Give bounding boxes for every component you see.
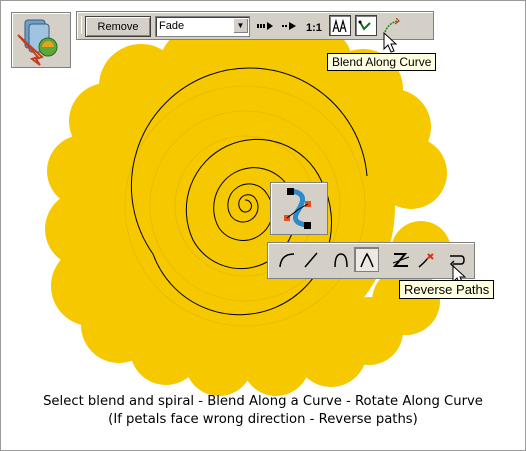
caption-line-2: (If petals face wrong direction - Revers… [108, 412, 418, 427]
path-edit-toolbar [267, 242, 475, 279]
smooth-point-icon [333, 252, 348, 267]
blend-along-curve-tooltip: Blend Along Curve [327, 53, 437, 71]
one-to-one-text-icon: 1:1 [306, 22, 322, 32]
break-icon [392, 252, 409, 267]
blend-tool-button[interactable] [11, 12, 71, 68]
smooth-point-button[interactable] [328, 247, 353, 272]
one-to-one-blend-button[interactable] [255, 15, 277, 36]
flower-artwork [45, 17, 451, 396]
blend-along-curve-button[interactable] [355, 15, 377, 36]
one-to-one-mapping-button[interactable]: 1:1 [303, 15, 325, 36]
one-to-one-blend-icon [257, 21, 273, 30]
caption-line-1: Select blend and spiral - Blend Along a … [43, 394, 483, 409]
curve-button[interactable] [274, 247, 299, 272]
edit-blend-icon [332, 18, 347, 32]
remove-button[interactable]: Remove [85, 16, 151, 37]
bezier-path-toolbar [270, 182, 328, 235]
cusp-point-icon [359, 252, 374, 267]
blend-tool-icon [17, 19, 58, 66]
delete-point-icon [418, 252, 434, 268]
blend-mode-value: Fade [159, 20, 185, 32]
line-button[interactable] [298, 247, 323, 272]
line-icon [303, 252, 318, 267]
blend-mode-select[interactable]: Fade ▼ [155, 16, 250, 37]
svg-text:1:1: 1:1 [306, 22, 322, 32]
edit-blend-button[interactable] [329, 15, 351, 36]
curve-icon [278, 252, 294, 267]
delete-point-button[interactable] [414, 247, 439, 272]
two-to-one-blend-icon [282, 21, 296, 30]
blend-infobar: Remove Fade ▼ 1:1 [76, 11, 434, 40]
bezier-path-icon[interactable] [271, 183, 327, 234]
break-button[interactable] [388, 247, 413, 272]
blend-along-curve-icon [358, 20, 371, 31]
two-to-one-blend-button[interactable] [279, 15, 301, 36]
cusp-point-button[interactable] [354, 247, 379, 272]
chevron-down-icon[interactable]: ▼ [233, 18, 248, 33]
canvas-frame: Remove Fade ▼ 1:1 Blend Along Curve Reve… [0, 0, 526, 451]
pointer-cursor-icon [383, 32, 397, 53]
reverse-paths-tooltip: Reverse Paths [399, 280, 495, 299]
